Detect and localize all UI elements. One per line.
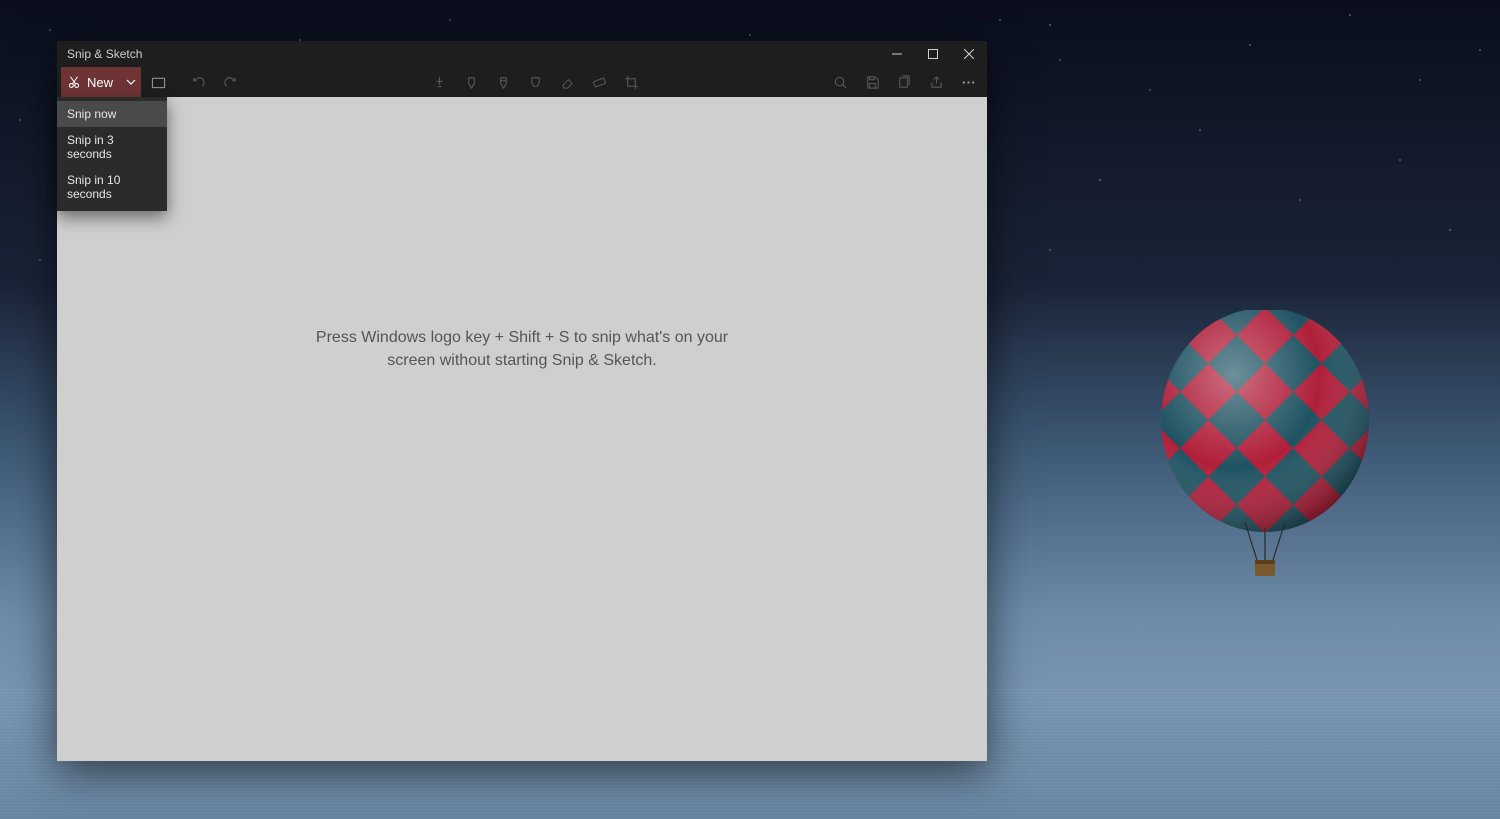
- open-file-button[interactable]: [143, 67, 173, 97]
- canvas-area: Press Windows logo key + Shift + S to sn…: [57, 97, 987, 761]
- dropdown-item-snip-now[interactable]: Snip now: [57, 101, 167, 127]
- zoom-button[interactable]: [825, 67, 855, 97]
- dropdown-item-snip-10s[interactable]: Snip in 10 seconds: [57, 167, 167, 207]
- new-snip-label: New: [87, 75, 113, 90]
- desktop-balloon-image: [1155, 310, 1375, 590]
- new-snip-button[interactable]: New: [61, 75, 121, 90]
- crop-button[interactable]: [616, 67, 646, 97]
- new-snip-split-button[interactable]: New: [61, 67, 141, 97]
- new-snip-dropdown-menu: Snip now Snip in 3 seconds Snip in 10 se…: [57, 97, 167, 211]
- snip-icon: [67, 75, 81, 89]
- canvas-hint-text: Press Windows logo key + Shift + S to sn…: [312, 326, 732, 372]
- share-button[interactable]: [921, 67, 951, 97]
- minimize-button[interactable]: [879, 41, 915, 67]
- copy-button[interactable]: [889, 67, 919, 97]
- touch-writing-button[interactable]: [424, 67, 454, 97]
- window-title: Snip & Sketch: [67, 47, 142, 61]
- redo-button[interactable]: [215, 67, 245, 97]
- titlebar[interactable]: Snip & Sketch: [57, 41, 987, 67]
- maximize-button[interactable]: [915, 41, 951, 67]
- undo-button[interactable]: [183, 67, 213, 97]
- pencil-button[interactable]: [488, 67, 518, 97]
- more-button[interactable]: [953, 67, 983, 97]
- toolbar: New: [57, 67, 987, 97]
- eraser-button[interactable]: [552, 67, 582, 97]
- dropdown-item-snip-3s[interactable]: Snip in 3 seconds: [57, 127, 167, 167]
- save-button[interactable]: [857, 67, 887, 97]
- highlighter-button[interactable]: [520, 67, 550, 97]
- new-snip-dropdown-button[interactable]: [121, 77, 141, 87]
- ballpoint-pen-button[interactable]: [456, 67, 486, 97]
- ruler-button[interactable]: [584, 67, 614, 97]
- close-button[interactable]: [951, 41, 987, 67]
- snip-sketch-window: Snip & Sketch New: [57, 41, 987, 761]
